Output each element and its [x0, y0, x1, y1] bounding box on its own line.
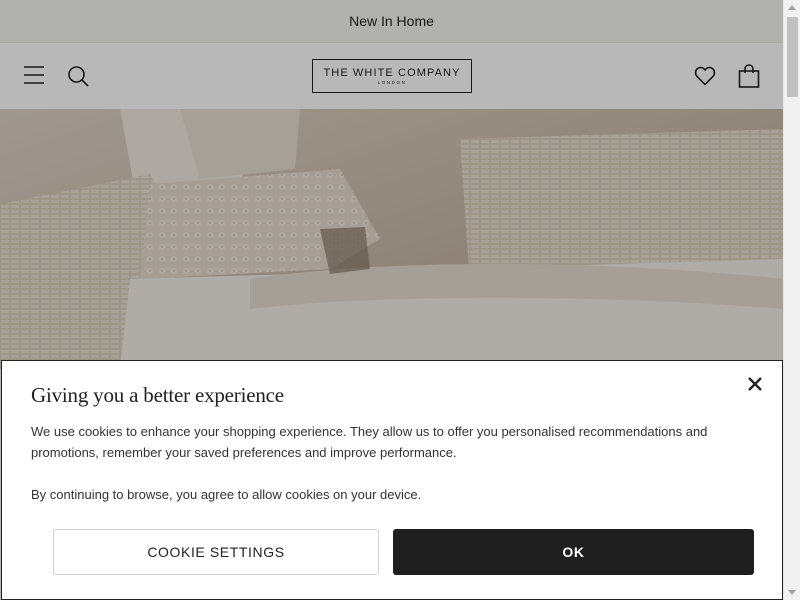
page: New In Home THE WHITE COMPANY LONDON Giv… — [0, 0, 783, 600]
hero-image[interactable] — [0, 109, 783, 369]
hero-photo-cushions — [0, 109, 783, 369]
scrollbar-thumb[interactable] — [787, 17, 798, 97]
hamburger-menu-icon[interactable] — [23, 64, 45, 86]
cookie-settings-button[interactable]: COOKIE SETTINGS — [53, 529, 379, 575]
cookie-consent-text: By continuing to browse, you agree to al… — [31, 487, 422, 502]
cookie-body-text: We use cookies to enhance your shopping … — [31, 424, 708, 460]
cookie-dialog-title: Giving you a better experience — [31, 383, 284, 407]
search-icon[interactable] — [66, 64, 90, 88]
bag-icon[interactable] — [737, 63, 761, 89]
heart-icon[interactable] — [693, 64, 717, 88]
vertical-scrollbar[interactable] — [783, 0, 800, 600]
promo-bar[interactable]: New In Home — [0, 0, 783, 42]
logo-wordmark: THE WHITE COMPANY — [323, 66, 461, 79]
promo-text[interactable]: New In Home — [349, 13, 434, 29]
scroll-up-arrow-icon[interactable] — [788, 5, 796, 10]
cookie-consent-dialog: Giving you a better experience We use co… — [1, 360, 783, 600]
logo-subtitle: LONDON — [377, 79, 407, 85]
logo[interactable]: THE WHITE COMPANY LONDON — [312, 59, 472, 93]
close-icon[interactable] — [747, 376, 763, 392]
site-header: THE WHITE COMPANY LONDON — [0, 42, 783, 109]
ok-button[interactable]: OK — [393, 529, 754, 575]
scroll-down-arrow-icon[interactable] — [788, 590, 796, 595]
